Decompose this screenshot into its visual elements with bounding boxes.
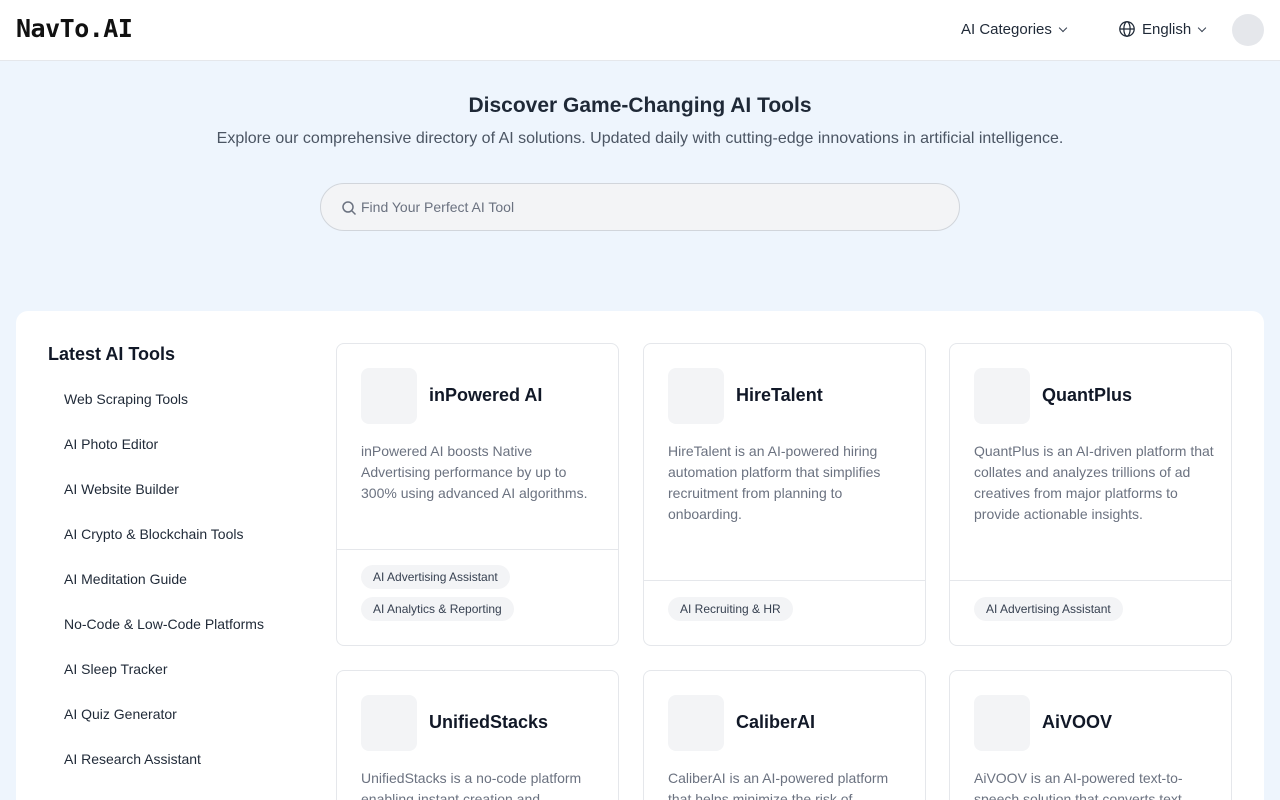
search-input[interactable] — [361, 184, 941, 230]
tool-card[interactable]: CaliberAI CaliberAI is an AI-powered pla… — [643, 670, 926, 800]
tool-tags: AI Advertising Assistant — [974, 597, 1123, 621]
tool-logo — [361, 695, 417, 751]
globe-icon — [1119, 21, 1135, 37]
site-logo[interactable]: NavTo.AI — [16, 14, 133, 43]
user-avatar[interactable] — [1232, 14, 1264, 46]
tool-description: AiVOOV is an AI-powered text-to-speech s… — [974, 770, 1183, 800]
tool-logo — [668, 368, 724, 424]
tool-tag[interactable]: AI Analytics & Reporting — [361, 597, 514, 621]
tool-card[interactable]: UnifiedStacks UnifiedStacks is a no-code… — [336, 670, 619, 800]
ai-categories-label: AI Categories — [961, 21, 1052, 38]
tool-name[interactable]: CaliberAI — [736, 712, 815, 733]
language-selector[interactable]: English — [1118, 20, 1207, 38]
tool-description: CaliberAI is an AI-powered platform that… — [668, 770, 889, 800]
tool-name[interactable]: AiVOOV — [1042, 712, 1112, 733]
tool-tag[interactable]: AI Advertising Assistant — [361, 565, 510, 589]
tool-tag[interactable]: AI Recruiting & HR — [668, 597, 793, 621]
sidebar-item-ai-photo-editor[interactable]: AI Photo Editor — [64, 436, 264, 481]
tool-card[interactable]: inPowered AI inPowered AI boosts Native … — [336, 343, 619, 646]
ai-categories-menu[interactable]: AI Categories — [961, 21, 1068, 38]
chevron-down-icon — [1197, 23, 1207, 32]
tool-tags: AI Recruiting & HR — [668, 597, 793, 621]
tool-logo — [974, 695, 1030, 751]
tool-name[interactable]: HireTalent — [736, 385, 823, 406]
sidebar-item-ai-meditation-guide[interactable]: AI Meditation Guide — [64, 571, 264, 616]
card-divider — [644, 580, 925, 581]
tool-description: QuantPlus is an AI-driven platform that … — [974, 443, 1214, 522]
sidebar-item-ai-research-assistant[interactable]: AI Research Assistant — [64, 751, 264, 796]
tool-card[interactable]: QuantPlus QuantPlus is an AI-driven plat… — [949, 343, 1232, 646]
tool-tags: AI Advertising Assistant AI Analytics & … — [361, 565, 514, 621]
hero-subtitle: Explore our comprehensive directory of A… — [216, 130, 1064, 147]
tool-logo — [668, 695, 724, 751]
hero-title: Discover Game-Changing AI Tools — [468, 94, 812, 117]
sidebar-item-web-scraping-tools[interactable]: Web Scraping Tools — [64, 391, 264, 436]
search-icon — [342, 201, 357, 216]
tool-logo — [361, 368, 417, 424]
sidebar-item-ai-website-builder[interactable]: AI Website Builder — [64, 481, 264, 526]
tool-description: UnifiedStacks is a no-code platform enab… — [361, 770, 582, 800]
tool-card[interactable]: HireTalent HireTalent is an AI-powered h… — [643, 343, 926, 646]
tool-description: HireTalent is an AI-powered hiring autom… — [668, 443, 881, 522]
chevron-down-icon — [1058, 23, 1068, 33]
search-bar[interactable] — [320, 183, 960, 231]
sidebar-list: Web Scraping Tools AI Photo Editor AI We… — [64, 391, 264, 796]
tool-name[interactable]: inPowered AI — [429, 385, 542, 406]
sidebar-item-ai-quiz-generator[interactable]: AI Quiz Generator — [64, 706, 264, 751]
tool-name[interactable]: QuantPlus — [1042, 385, 1132, 406]
sidebar-title: Latest AI Tools — [48, 344, 176, 364]
tool-description: inPowered AI boosts Native Advertising p… — [361, 443, 588, 501]
tool-logo — [974, 368, 1030, 424]
sidebar-item-ai-sleep-tracker[interactable]: AI Sleep Tracker — [64, 661, 264, 706]
card-divider — [337, 549, 618, 550]
language-label: English — [1142, 20, 1192, 38]
sidebar-item-no-code-platforms[interactable]: No-Code & Low-Code Platforms — [64, 616, 264, 661]
card-divider — [950, 580, 1231, 581]
tool-card[interactable]: AiVOOV AiVOOV is an AI-powered text-to-s… — [949, 670, 1232, 800]
tool-name[interactable]: UnifiedStacks — [429, 712, 548, 733]
sidebar-item-ai-crypto-blockchain[interactable]: AI Crypto & Blockchain Tools — [64, 526, 264, 571]
tool-tag[interactable]: AI Advertising Assistant — [974, 597, 1123, 621]
top-header: NavTo.AI AI Categories English — [0, 0, 1280, 61]
